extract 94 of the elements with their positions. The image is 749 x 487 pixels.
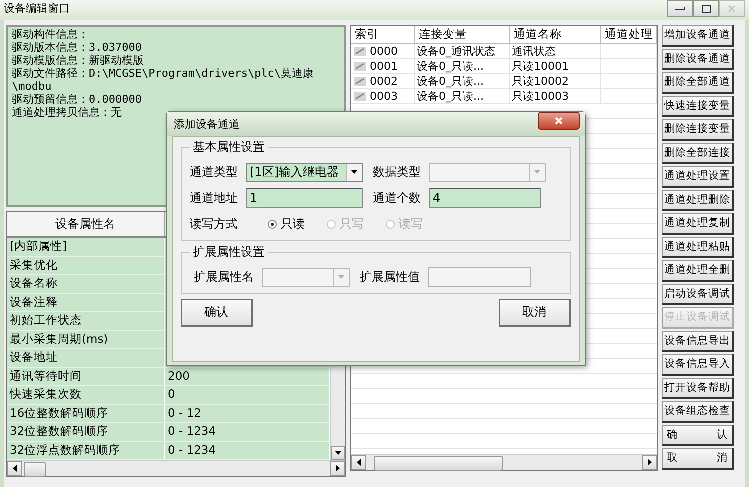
property-name: 32位浮点数解码顺序: [7, 442, 165, 459]
field-label: 数据类型: [373, 164, 422, 180]
dropdown-value: [1区]输入继电器: [250, 164, 339, 180]
action-button[interactable]: 启动设备调试: [662, 284, 734, 305]
table-cell: 0001: [368, 59, 415, 74]
property-name: 设备地址: [7, 349, 165, 366]
action-button[interactable]: 通道处理全删: [662, 260, 734, 282]
table-cell: 0000: [368, 44, 415, 59]
channel-icon: [354, 92, 366, 101]
property-name: [内部属性]: [7, 238, 165, 256]
scroll-right-icon: [648, 459, 652, 466]
table-cell: 0002: [368, 74, 415, 89]
action-button[interactable]: 通道处理粘贴: [662, 236, 734, 258]
window-title: 设备编辑窗口: [4, 1, 70, 17]
table-cell: 设备0_只读...: [415, 59, 510, 74]
field-label: 扩展属性名: [194, 268, 254, 286]
table-cell: 设备0_只读...: [415, 89, 510, 104]
column-header[interactable]: 通道处理: [601, 26, 657, 43]
info-line: 驱动模版信息：新驱动模版: [12, 54, 145, 67]
scroll-left-icon: [356, 459, 360, 466]
channel-icon: [354, 47, 366, 56]
dropdown-arrow-icon: [534, 170, 541, 174]
table-cell: 只读10002: [510, 74, 601, 89]
field-label: 通道类型: [190, 164, 239, 180]
table-cell: 通讯状态: [510, 44, 601, 59]
column-header[interactable]: 设备属性名: [7, 212, 165, 236]
maximize-button[interactable]: [693, 0, 719, 17]
action-button[interactable]: 取 消: [662, 448, 734, 470]
property-name: 设备注释: [7, 294, 165, 311]
group-title: 基本属性设置: [192, 139, 266, 156]
dialog-button[interactable]: 取消: [499, 299, 571, 327]
close-icon: [728, 4, 736, 12]
minimize-button[interactable]: [667, 0, 693, 17]
field-label: 读写方式: [190, 216, 239, 232]
table-cell: 设备0_只读...: [415, 74, 510, 89]
info-line: 驱动文件路径：D:\MCGSE\Program\drivers\plc\莫迪康\modbu: [12, 67, 316, 93]
action-button[interactable]: 增加设备通道: [662, 25, 734, 46]
action-button[interactable]: 设备信息导出: [662, 330, 734, 352]
field-label: 扩展属性值: [360, 268, 420, 286]
scrollbar-thumb[interactable]: [24, 462, 46, 477]
dropdown[interactable]: [1区]输入继电器: [246, 162, 363, 182]
radio-button[interactable]: 只读: [268, 216, 305, 232]
group-title: 扩展属性设置: [192, 244, 266, 261]
info-line: 通道处理拷贝信息：无: [12, 106, 123, 119]
action-button[interactable]: 通道处理设置: [662, 166, 734, 188]
action-button[interactable]: 删除全部连接: [662, 142, 734, 164]
input-field[interactable]: 4: [429, 188, 541, 208]
action-button[interactable]: 设备组态检查: [662, 401, 734, 422]
channel-icon: [354, 77, 366, 86]
minimize-icon: [675, 7, 685, 10]
close-icon: [555, 117, 563, 125]
action-button[interactable]: 打开设备帮助: [662, 378, 734, 399]
dropdown-arrow-icon: [351, 170, 358, 174]
close-button[interactable]: [538, 112, 580, 130]
action-button[interactable]: 通道处理删除: [662, 190, 734, 211]
property-name: 16位整数解码顺序: [7, 404, 165, 422]
horizontal-scrollbar[interactable]: [7, 460, 345, 476]
column-header[interactable]: 连接变量: [415, 26, 510, 43]
property-name: 采集优化: [7, 256, 165, 274]
info-line: 驱动构件信息：: [12, 28, 90, 41]
field-label: 通道个数: [373, 190, 422, 206]
info-line: 驱动版本信息：3.037000: [12, 41, 143, 54]
field-label: 通道地址: [190, 190, 239, 206]
maximize-icon: [702, 4, 710, 12]
action-button[interactable]: 通道处理复制: [662, 213, 734, 234]
property-name: 最小采集周期(ms): [7, 330, 165, 348]
action-button[interactable]: 快速连接变量: [662, 96, 734, 117]
scroll-right-icon: [336, 465, 340, 472]
property-name: 通讯等待时间: [7, 368, 165, 385]
scroll-down-icon: [334, 451, 342, 455]
action-button[interactable]: 删除全部通道: [662, 72, 734, 94]
channel-icon: [354, 62, 366, 71]
column-header[interactable]: 索引: [351, 26, 415, 43]
dialog-title: 添加设备通道: [174, 116, 240, 132]
property-name: 快速采集次数: [7, 386, 165, 404]
action-button[interactable]: 删除连接变量: [662, 119, 734, 140]
table-cell: 只读10003: [510, 89, 601, 104]
horizontal-scrollbar[interactable]: [351, 454, 657, 470]
dialog-button[interactable]: 确认: [181, 299, 253, 327]
input-field[interactable]: 1: [246, 188, 363, 208]
action-button[interactable]: 确 认: [662, 424, 734, 446]
action-button[interactable]: 设备信息导入: [662, 354, 734, 376]
info-line: 驱动预留信息：0.000000: [12, 93, 143, 106]
table-cell: 设备0_通讯状态: [415, 44, 510, 59]
action-button[interactable]: 删除设备通道: [662, 48, 734, 70]
table-cell: 只读10001: [510, 59, 601, 74]
property-name: 设备名称: [7, 275, 165, 292]
scroll-left-icon: [12, 465, 16, 472]
property-name: 32位整数解码顺序: [7, 423, 165, 440]
dropdown-arrow-icon: [338, 275, 345, 279]
column-header[interactable]: 通道名称: [510, 26, 601, 43]
scrollbar-thumb[interactable]: [374, 456, 503, 471]
table-cell: 0003: [368, 89, 415, 104]
property-name: 初始工作状态: [7, 312, 165, 330]
